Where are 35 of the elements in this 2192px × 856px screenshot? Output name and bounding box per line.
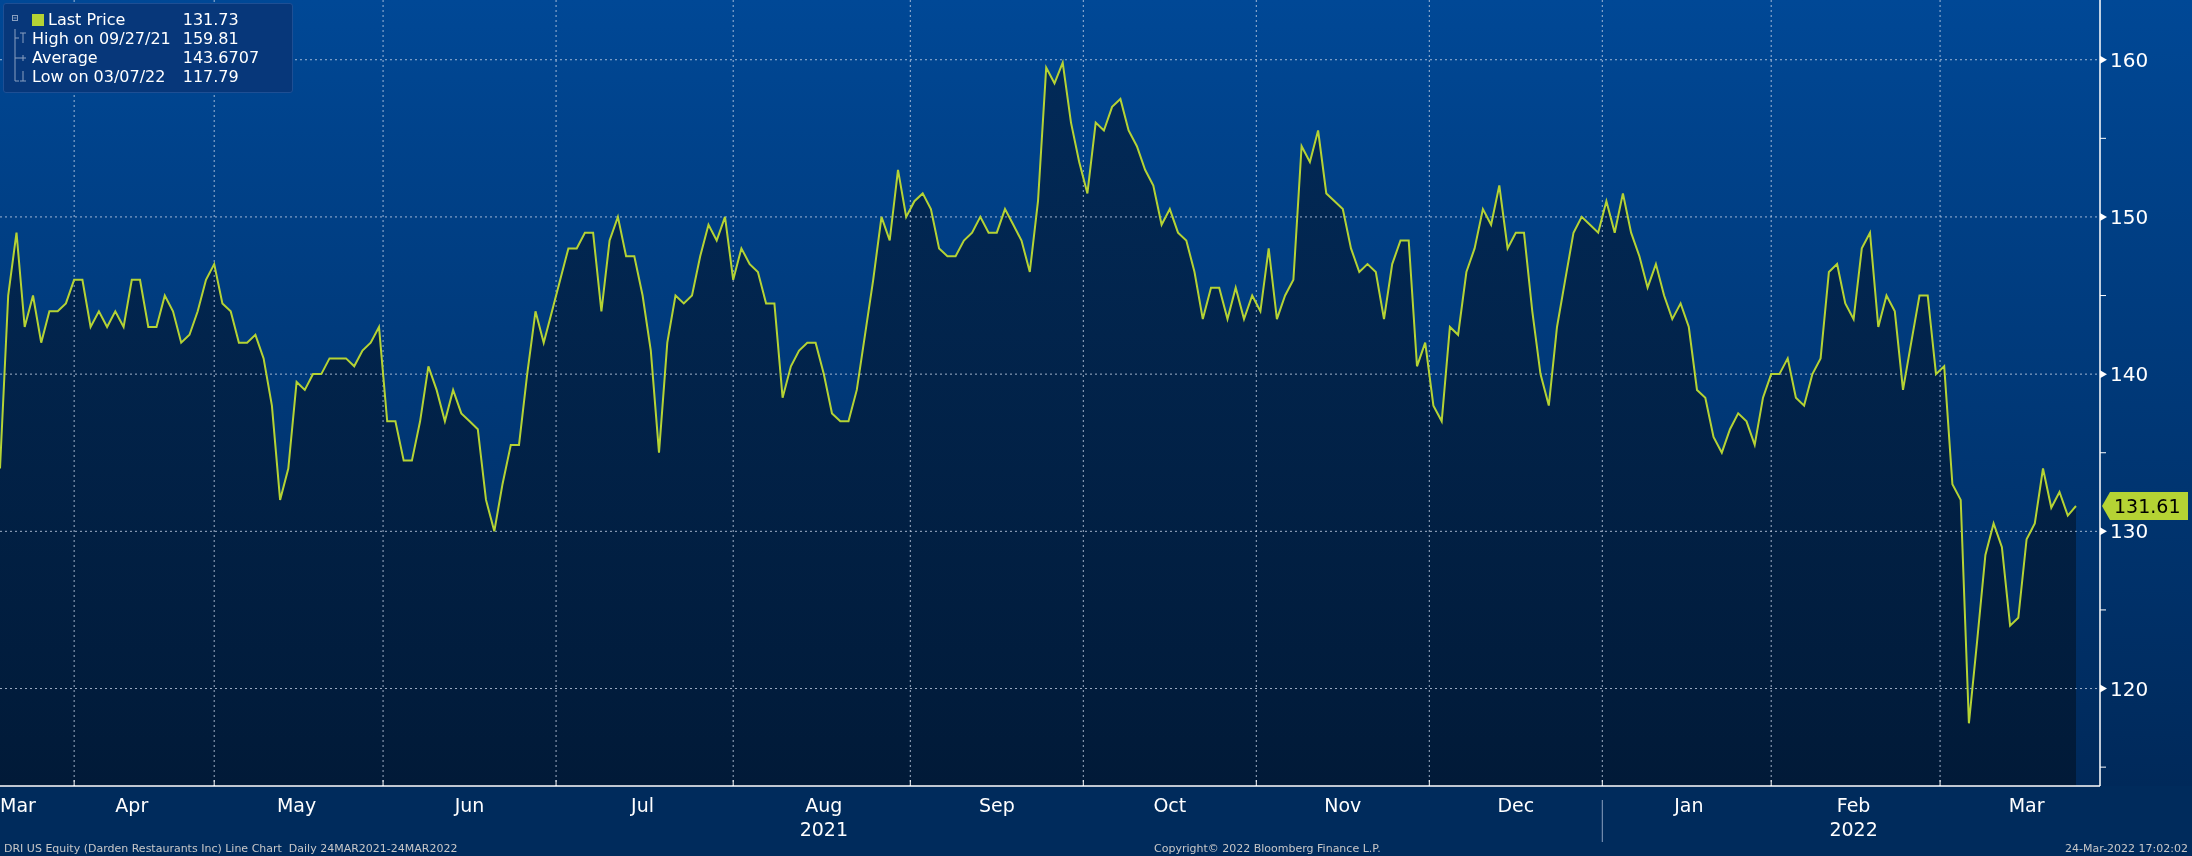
legend-label: Low on 03/07/22 [32,67,167,86]
month-label: Feb [1836,794,1871,816]
high-marker-icon [12,29,28,48]
month-label: Dec [1497,794,1535,816]
y-axis-label: 150 [2110,204,2149,229]
legend-label: Average [32,48,99,67]
last-value-tag: 131.61 [2102,492,2188,521]
legend-value: 131.73 [181,10,240,29]
legend-value: 117.79 [181,67,240,86]
legend-label: Last Price [32,10,171,29]
month-label: May [276,794,317,816]
month-label: Apr [115,794,149,816]
legend-label: High on 09/27/21 [32,29,171,48]
month-label: Mar [2008,794,2045,816]
y-axis-label: 140 [2110,362,2149,387]
legend-value: 143.6707 [181,48,261,67]
month-label: Oct [1153,794,1187,816]
month-label: Sep [978,794,1015,816]
month-label: Jul [631,794,655,816]
series-swatch-icon [32,14,44,26]
y-axis-label: 160 [2110,47,2149,72]
copyright-text: Copyright© 2022 Bloomberg Finance L.P. [1154,842,1382,856]
average-marker-icon [12,48,28,67]
month-label: Mar [0,794,36,816]
chart-description: DRI US Equity (Darden Restaurants Inc) Line Chart Daily 24MAR2021-24MAR2022 [4,842,459,856]
timestamp: 24-Mar-2022 17:02:02 [2065,842,2188,856]
month-label: Aug [805,794,843,816]
year-label: 2021 [799,818,848,840]
month-label: Jun [454,794,485,816]
month-label: Nov [1324,794,1362,816]
y-axis-label: 130 [2110,519,2149,544]
year-label: 2022 [1829,818,1878,840]
month-label: Jan [1674,794,1704,816]
legend-value: 159.81 [181,29,240,48]
y-axis-label: 120 [2110,676,2149,701]
